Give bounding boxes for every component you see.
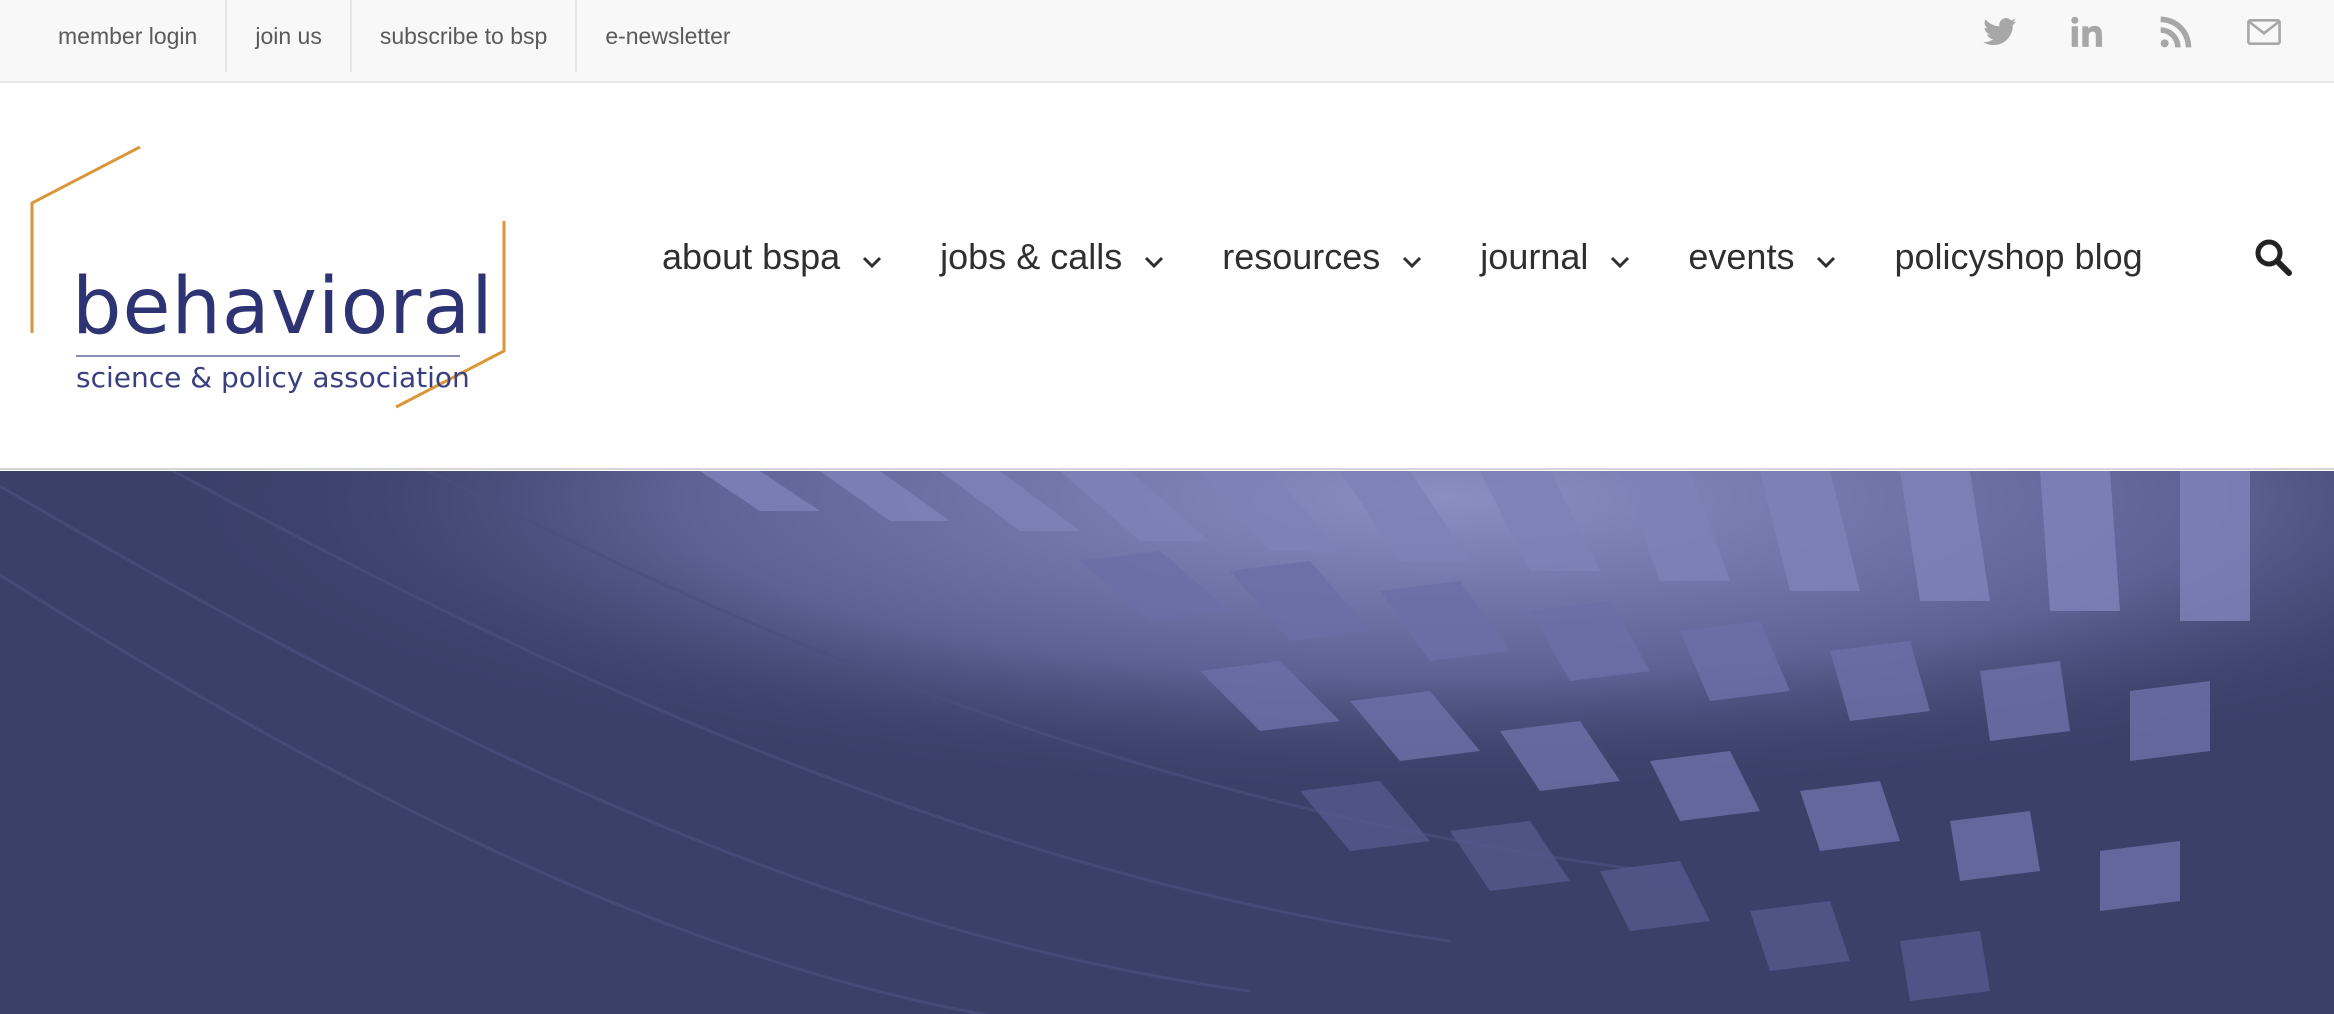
hero-pattern <box>0 471 2334 1014</box>
logo-divider <box>76 355 460 357</box>
e-newsletter-link[interactable]: e-newsletter <box>577 0 758 72</box>
nav-label: jobs & calls <box>940 236 1123 277</box>
nav-resources[interactable]: resources <box>1222 236 1422 278</box>
email-icon[interactable] <box>2246 14 2282 50</box>
member-login-link[interactable]: member login <box>30 0 228 72</box>
nav-jobs-calls[interactable]: jobs & calls <box>940 236 1164 278</box>
nav-label: journal <box>1480 236 1589 277</box>
subscribe-link[interactable]: subscribe to bsp <box>352 0 578 72</box>
nav-events[interactable]: events <box>1688 236 1836 278</box>
chevron-down-icon <box>1816 236 1836 278</box>
nav-label: resources <box>1222 236 1381 277</box>
top-utility-bar: member login join us subscribe to bsp e-… <box>0 0 2334 83</box>
nav-label: events <box>1688 236 1795 277</box>
nav-about-bspa[interactable]: about bspa <box>662 236 882 278</box>
chevron-down-icon <box>1144 236 1164 278</box>
join-us-link[interactable]: join us <box>227 0 352 72</box>
chevron-down-icon <box>1402 236 1422 278</box>
linkedin-icon[interactable] <box>2070 14 2106 50</box>
site-logo[interactable]: behavioral science & policy association <box>28 143 512 413</box>
logo-tagline: science & policy association <box>76 361 470 394</box>
site-header: behavioral science & policy association … <box>0 83 2334 470</box>
social-links <box>1982 10 2282 54</box>
hero-banner-image <box>0 471 2334 1014</box>
rss-icon[interactable] <box>2158 14 2194 50</box>
logo-wordmark: behavioral <box>72 262 494 352</box>
chevron-down-icon <box>1610 236 1630 278</box>
main-navigation: about bspa jobs & calls resources journa… <box>662 227 2143 287</box>
top-links: member login join us subscribe to bsp e-… <box>30 0 759 81</box>
chevron-down-icon <box>862 236 882 278</box>
nav-label: policyshop blog <box>1894 236 2143 277</box>
twitter-icon[interactable] <box>1982 14 2018 50</box>
nav-policyshop-blog[interactable]: policyshop blog <box>1894 236 2142 278</box>
nav-journal[interactable]: journal <box>1480 236 1630 278</box>
nav-label: about bspa <box>662 236 841 277</box>
search-icon[interactable] <box>2254 238 2292 276</box>
